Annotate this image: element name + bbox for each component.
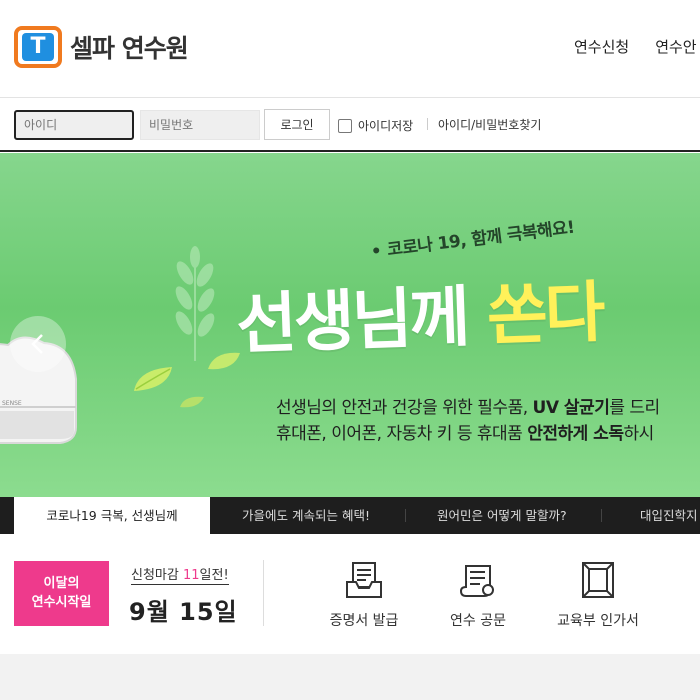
logo-text: 셀파 연수원: [70, 34, 189, 63]
login-button[interactable]: 로그인: [264, 109, 330, 140]
deadline-days: 11: [182, 568, 200, 583]
product-brand: SENSE: [2, 400, 22, 407]
hero-desc-highlight: 안전하게 소독: [527, 424, 624, 444]
banner-tabs: 코로나19 극복, 선생님께 가을에도 계속되는 혜택! 원어민은 어떻게 말할…: [0, 497, 700, 534]
quick-link-ministry-approval[interactable]: 교육부 인가서: [543, 560, 653, 630]
site-header: T 셀파 연수원 연수신청 연수안: [0, 0, 700, 98]
quick-link-label: 증명서 발급: [329, 613, 399, 629]
login-bar: 로그인 아이디저장 아이디/비밀번호찾기: [0, 99, 700, 152]
hero-title: 선생님께 쏜다: [234, 259, 604, 368]
info-row: 이달의 연수시작일 신청마감 11일전! 9월 15일 증명서 발급 연수 공문: [0, 534, 700, 654]
save-id-toggle[interactable]: 아이디저장: [338, 117, 413, 134]
quick-link-label: 연수 공문: [450, 613, 506, 629]
hero-desc-text: 선생님의 안전과 건강을 위한 필수품,: [276, 398, 528, 418]
id-input[interactable]: [14, 110, 134, 140]
password-input[interactable]: [140, 110, 260, 140]
start-date: 9월 15일: [129, 598, 238, 626]
tab-college-admission[interactable]: 대입진학지: [640, 497, 698, 534]
quick-link-more[interactable]: 수: [662, 560, 700, 630]
wheat-decoration-icon: [175, 246, 215, 361]
quick-link-official-letter[interactable]: 연수 공문: [423, 560, 533, 630]
document-scroll-icon: [459, 565, 494, 597]
logo-letter: T: [22, 33, 54, 61]
deadline-text: 신청마감 11일전!: [131, 564, 229, 585]
hero-desc-line1: 선생님의 안전과 건강을 위한 필수품, UV 살균기를 드리: [276, 393, 660, 418]
site-logo[interactable]: T 셀파 연수원: [14, 26, 189, 68]
logo-mark-icon: T: [14, 26, 62, 68]
tab-divider: [405, 509, 406, 522]
hero-desc-text: 하시: [623, 424, 654, 444]
leaf-decoration-icon: [208, 352, 240, 370]
nav-item-guide[interactable]: 연수안: [655, 36, 696, 57]
tab-autumn-benefit[interactable]: 가을에도 계속되는 혜택!: [242, 497, 370, 534]
hero-desc-highlight: UV 살균기: [532, 398, 610, 418]
monthly-start-badge: 이달의 연수시작일: [14, 561, 109, 626]
leaf-decoration-icon: [180, 396, 204, 408]
framed-certificate-icon: [582, 562, 614, 598]
hero-desc-text: 휴대폰, 이어폰, 자동차 키 등 휴대품: [276, 424, 523, 444]
banner-prev-button[interactable]: [10, 316, 66, 372]
nav-item-apply[interactable]: 연수신청: [574, 36, 629, 57]
badge-line: 이달의: [43, 576, 80, 591]
divider: [427, 118, 428, 130]
hero-desc-line2: 휴대폰, 이어폰, 자동차 키 등 휴대품 안전하게 소독하시: [276, 419, 654, 444]
find-account-link[interactable]: 아이디/비밀번호찾기: [438, 116, 541, 133]
badge-line: 연수시작일: [31, 595, 92, 610]
quick-link-label: 수: [662, 610, 700, 630]
save-id-label: 아이디저장: [358, 119, 414, 133]
save-id-checkbox[interactable]: [338, 118, 352, 133]
tab-native-speaker[interactable]: 원어민은 어떻게 말할까?: [437, 497, 567, 534]
chevron-left-icon: [31, 334, 43, 354]
quick-link-label: 교육부 인가서: [557, 613, 639, 629]
hero-desc-text: 를 드리: [609, 398, 660, 418]
page: T 셀파 연수원 연수신청 연수안 로그인 아이디저장 아이디/비밀번호찾기: [0, 0, 700, 700]
deadline-label: 신청마감: [131, 568, 179, 583]
lower-section: [0, 654, 700, 700]
quick-link-certificate[interactable]: 증명서 발급: [309, 560, 419, 630]
hero-banner[interactable]: 코로나 19, 함께 극복해요! 선생님께 쏜다 선생님의 안전과 건강을 위한…: [0, 153, 700, 497]
hero-subtitle: 코로나 19, 함께 극복해요!: [369, 213, 575, 263]
deadline-suffix: 일전!: [199, 568, 229, 583]
leaf-decoration-icon: [134, 367, 172, 391]
tab-divider: [601, 509, 602, 522]
certificate-tray-icon: [346, 562, 382, 598]
hero-title-accent: 쏜다: [485, 273, 604, 355]
main-nav: 연수신청 연수안: [574, 36, 697, 57]
divider: [263, 560, 264, 626]
tab-corona[interactable]: 코로나19 극복, 선생님께: [14, 497, 210, 534]
hero-title-main: 선생님께: [234, 278, 469, 364]
